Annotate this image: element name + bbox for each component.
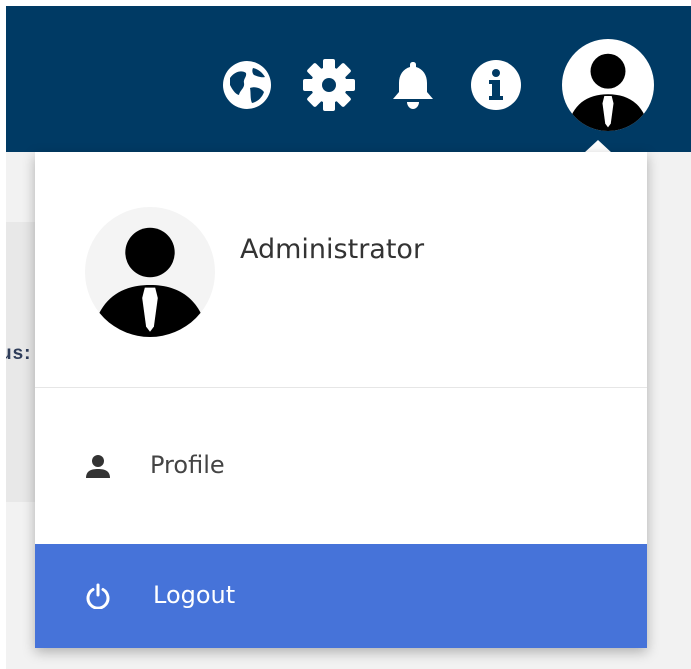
person-icon — [86, 455, 110, 478]
user-menu-dropdown: Administrator Profile Logout — [35, 152, 647, 648]
menu-item-label: Profile — [150, 451, 225, 479]
top-navigation-bar — [6, 6, 691, 152]
gear-icon[interactable] — [302, 58, 356, 112]
user-avatar-icon — [91, 227, 209, 337]
dropdown-avatar — [85, 207, 215, 337]
menu-item-logout[interactable]: Logout — [35, 544, 647, 648]
menu-item-profile[interactable]: Profile — [35, 414, 647, 518]
user-name: Administrator — [240, 234, 425, 265]
menu-divider — [35, 387, 647, 388]
user-avatar-icon — [566, 53, 650, 131]
user-avatar-button[interactable] — [562, 39, 654, 131]
power-icon — [86, 583, 110, 609]
info-icon[interactable] — [469, 58, 523, 112]
globe-icon[interactable] — [220, 58, 274, 112]
menu-item-label: Logout — [153, 581, 236, 609]
bell-icon[interactable] — [386, 58, 440, 112]
